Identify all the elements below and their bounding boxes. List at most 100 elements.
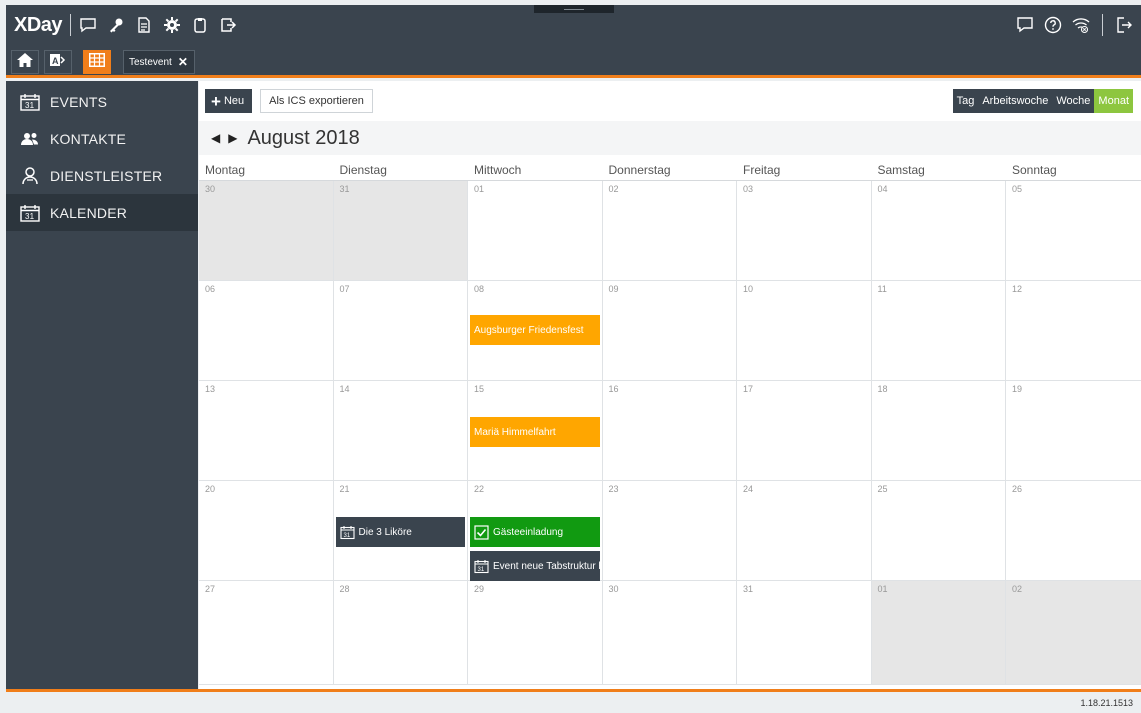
- day-cell[interactable]: 07: [334, 281, 468, 380]
- message-icon[interactable]: [79, 16, 97, 34]
- contacts-icon: [20, 129, 40, 149]
- day-cell[interactable]: 05: [1006, 181, 1141, 280]
- day-number: 27: [205, 584, 216, 594]
- help-icon[interactable]: [1044, 16, 1062, 34]
- day-cell[interactable]: 30: [603, 581, 737, 684]
- logout-icon[interactable]: [1115, 16, 1133, 34]
- day-cell[interactable]: 26: [1006, 481, 1141, 580]
- day-cell[interactable]: 19: [1006, 381, 1141, 480]
- next-month-icon[interactable]: ▶: [228, 131, 237, 145]
- prev-month-icon[interactable]: ◀: [211, 131, 220, 145]
- clipboard-icon[interactable]: [191, 16, 209, 34]
- day-number: 30: [608, 584, 619, 594]
- day-cell[interactable]: 23: [603, 481, 737, 580]
- calendar-grid-tab-button[interactable]: [83, 50, 111, 74]
- day-number: 09: [608, 284, 619, 294]
- week-row: 30 31 01 02 03 04 05: [199, 181, 1141, 281]
- tab-testevent[interactable]: Testevent ✕: [123, 50, 195, 74]
- day-cell[interactable]: 15 Mariä Himmelfahrt: [468, 381, 603, 480]
- day-cell[interactable]: 09: [603, 281, 737, 380]
- weekday-header: Freitag: [743, 162, 781, 177]
- weekday-header: Dienstag: [339, 162, 387, 177]
- day-number: 25: [877, 484, 888, 494]
- day-cell[interactable]: 06: [199, 281, 334, 380]
- week-row: 13 14 15 Mariä Himmelfahrt 16 17 18 19: [199, 381, 1141, 481]
- day-number: 28: [339, 584, 350, 594]
- month-navigation: ◀ ▶ August 2018: [199, 121, 1141, 155]
- day-cell[interactable]: 29: [468, 581, 603, 684]
- day-cell[interactable]: 18: [872, 381, 1006, 480]
- calendar-event[interactable]: 31 Die 3 Liköre: [335, 517, 465, 547]
- key-icon[interactable]: [107, 16, 125, 34]
- day-cell[interactable]: 25: [872, 481, 1006, 580]
- day-cell[interactable]: 11: [872, 281, 1006, 380]
- day-cell[interactable]: 16: [603, 381, 737, 480]
- day-cell[interactable]: 24: [737, 481, 872, 580]
- day-number: 11: [877, 284, 887, 294]
- week-row: 06 07 08 Augsburger Friedensfest 09 10 1…: [199, 281, 1141, 381]
- view-day-button[interactable]: Tag: [953, 89, 979, 113]
- day-number: 05: [1012, 184, 1023, 194]
- day-number: 01: [877, 584, 888, 594]
- day-cell[interactable]: 04: [872, 181, 1006, 280]
- sidebar-item-dienstleister[interactable]: DIENSTLEISTER: [6, 157, 198, 194]
- day-cell[interactable]: 14: [334, 381, 468, 480]
- tab-label: Testevent: [129, 56, 172, 68]
- day-number: 20: [205, 484, 216, 494]
- view-week-button[interactable]: Woche: [1052, 89, 1094, 113]
- sidebar: 31 EVENTS KONTAKTE DIENSTLEISTER 31 KALE…: [6, 81, 198, 689]
- day-cell[interactable]: 02: [603, 181, 737, 280]
- app-logo: XDay: [14, 13, 63, 36]
- day-number: 17: [743, 384, 754, 394]
- export-ics-button[interactable]: Als ICS exportieren: [260, 89, 373, 113]
- new-button-label: Neu: [223, 95, 245, 107]
- day-cell[interactable]: 02: [1006, 581, 1141, 684]
- day-number: 12: [1012, 284, 1023, 294]
- new-button[interactable]: + Neu: [205, 89, 253, 113]
- text-module-tab-button[interactable]: A: [44, 50, 72, 74]
- wifi-off-icon[interactable]: [1072, 16, 1090, 34]
- calendar-event[interactable]: 31 Event neue Tabstruktur h: [470, 551, 600, 581]
- svg-text:31: 31: [25, 101, 35, 110]
- sidebar-item-kalender[interactable]: 31 KALENDER: [6, 194, 198, 231]
- weekday-header: Sonntag: [1012, 162, 1057, 177]
- day-number: 22: [474, 484, 485, 494]
- day-cell[interactable]: 03: [737, 181, 872, 280]
- day-cell[interactable]: 20: [199, 481, 334, 580]
- sidebar-item-kontakte[interactable]: KONTAKTE: [6, 120, 198, 157]
- day-cell[interactable]: 21 31 Die 3 Liköre: [334, 481, 468, 580]
- day-number: 21: [339, 484, 350, 494]
- chat-icon[interactable]: [1016, 16, 1034, 34]
- week-row: 20 21 31 Die 3 Liköre 22 Gästeeinladung: [199, 481, 1141, 581]
- svg-text:31: 31: [25, 212, 35, 221]
- day-cell[interactable]: 12: [1006, 281, 1141, 380]
- day-cell[interactable]: 22 Gästeeinladung 31 Event neue Tabstruk…: [468, 481, 603, 581]
- day-cell[interactable]: 10: [737, 281, 872, 380]
- document-icon[interactable]: [135, 16, 153, 34]
- sidebar-item-events[interactable]: 31 EVENTS: [6, 83, 198, 120]
- close-icon[interactable]: ✕: [178, 55, 188, 69]
- day-cell[interactable]: 27: [199, 581, 334, 684]
- weekday-header: Samstag: [877, 162, 925, 177]
- day-cell[interactable]: 13: [199, 381, 334, 480]
- export-icon[interactable]: [219, 16, 237, 34]
- calendar-event[interactable]: Mariä Himmelfahrt: [470, 417, 600, 447]
- day-cell[interactable]: 17: [737, 381, 872, 480]
- day-cell[interactable]: 01: [871, 581, 1006, 684]
- day-cell[interactable]: 28: [334, 581, 468, 684]
- calendar-event[interactable]: Gästeeinladung: [470, 517, 600, 547]
- calendar-event[interactable]: Augsburger Friedensfest: [470, 315, 600, 345]
- day-cell[interactable]: 31: [737, 581, 872, 684]
- week-row: 27 28 29 30 31 01 02: [199, 581, 1141, 685]
- day-cell[interactable]: 31: [333, 181, 468, 280]
- gear-icon[interactable]: [163, 16, 181, 34]
- home-tab-button[interactable]: [11, 50, 39, 74]
- view-month-button[interactable]: Monat: [1094, 89, 1133, 113]
- view-workweek-button[interactable]: Arbeitswoche: [978, 89, 1052, 113]
- day-cell[interactable]: 30: [199, 181, 334, 280]
- day-cell[interactable]: 08 Augsburger Friedensfest: [468, 281, 603, 380]
- svg-text:31: 31: [478, 567, 485, 573]
- weekday-header-row: Montag Dienstag Mittwoch Donnerstag Frei…: [199, 159, 1141, 181]
- day-number: 18: [877, 384, 888, 394]
- day-cell[interactable]: 01: [468, 181, 603, 280]
